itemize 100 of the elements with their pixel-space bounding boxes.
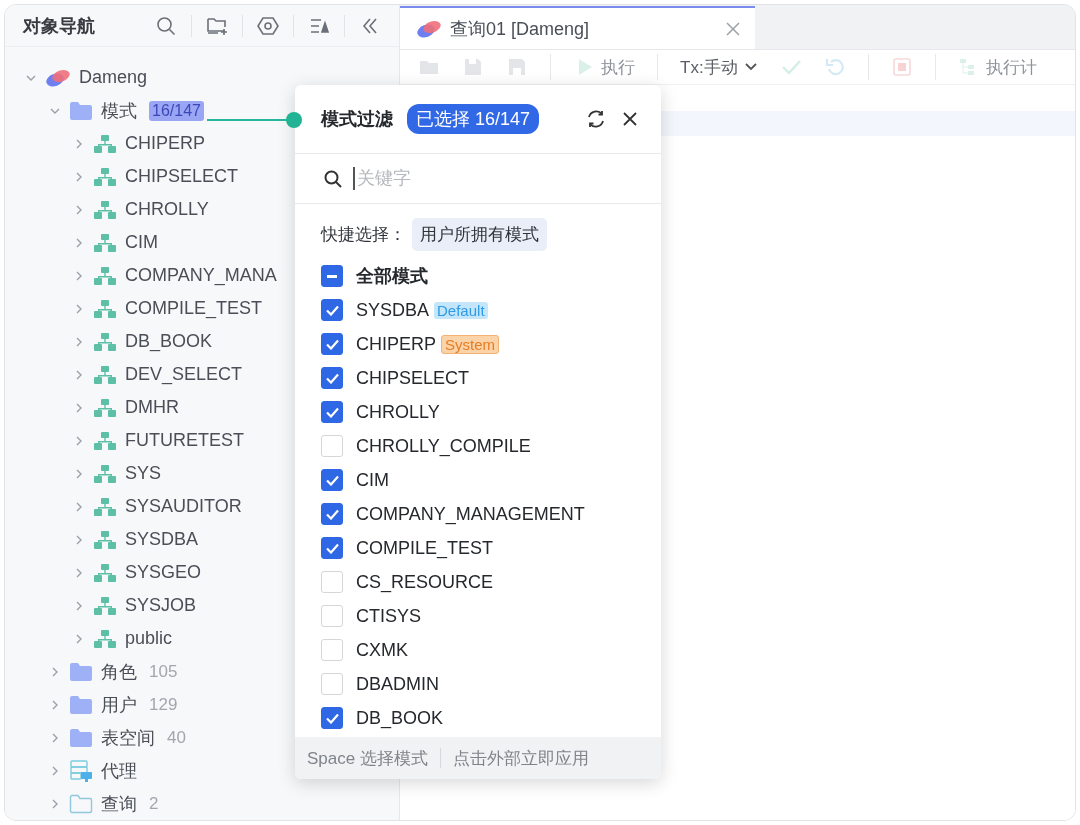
tree-item[interactable]: public [125, 628, 173, 649]
schema-name: SYSDBA [356, 299, 430, 321]
hierarchy-icon [93, 298, 117, 319]
check-icon [325, 406, 339, 418]
hierarchy-icon [93, 166, 117, 187]
hierarchy-icon [93, 463, 117, 484]
schema-name: CIM [356, 469, 389, 491]
tree-item[interactable]: 表空间 [101, 725, 155, 750]
hierarchy-icon [93, 628, 117, 649]
folder-icon [69, 793, 93, 814]
tree-item[interactable]: 代理 [101, 758, 137, 783]
schema-name: CTISYS [356, 605, 421, 627]
schema-name: CXMK [356, 639, 408, 661]
panel-title: 对象导航 [23, 14, 95, 38]
checkbox[interactable] [321, 333, 343, 355]
schema-tag: System [441, 334, 500, 354]
tree-item[interactable]: 用户 [101, 692, 137, 717]
schema-name: CHROLLY [356, 401, 440, 423]
checkbox[interactable] [321, 401, 343, 423]
tree-item[interactable]: COMPANY_MANA [125, 265, 277, 286]
count-badge: 16/147 [149, 100, 204, 121]
tree-item[interactable]: 模式 [101, 98, 137, 123]
search-icon[interactable] [155, 14, 177, 37]
popup-title: 模式过滤 [321, 108, 393, 131]
hierarchy-icon [93, 496, 117, 517]
hierarchy-icon [93, 430, 117, 451]
folder-icon [69, 727, 93, 748]
search-icon [323, 168, 343, 189]
checkbox[interactable] [321, 265, 343, 287]
quick-select-label: 快捷选择： [321, 224, 406, 246]
tree-item[interactable]: SYS [125, 463, 162, 484]
hierarchy-icon [93, 232, 117, 253]
tree-item[interactable]: SYSDBA [125, 529, 199, 550]
server-icon [69, 759, 93, 782]
tree-item[interactable]: CIM [125, 232, 158, 253]
checkbox[interactable] [321, 707, 343, 729]
folder-icon [69, 694, 93, 715]
tree-item[interactable]: 角色 [101, 659, 137, 684]
item-count: 105 [149, 661, 178, 682]
item-count: 2 [149, 793, 159, 814]
footer-hint: Space 选择模式 [307, 747, 428, 770]
logo-icon [45, 67, 71, 88]
schema-name: CHIPERP [356, 333, 436, 355]
check-icon [325, 304, 339, 316]
hexagon-eye-icon[interactable] [257, 14, 279, 37]
check-icon [325, 542, 339, 554]
selection-badge: 已选择 16/147 [407, 104, 540, 134]
hierarchy-icon [93, 133, 117, 154]
hierarchy-icon [93, 562, 117, 583]
schema-name: CHIPSELECT [356, 367, 470, 389]
check-icon [325, 338, 339, 350]
hierarchy-icon [93, 529, 117, 550]
schema-name: DBADMIN [356, 673, 439, 695]
tree-item[interactable]: FUTURETEST [125, 430, 244, 451]
logo-icon [416, 18, 442, 39]
checkbox[interactable] [321, 537, 343, 559]
schema-name: CHROLLY_COMPILE [356, 435, 531, 457]
tree-item[interactable]: CHIPSELECT [125, 166, 239, 187]
hierarchy-icon [93, 265, 117, 286]
refresh-icon[interactable] [585, 108, 607, 130]
search-field[interactable]: 关键字 [353, 167, 579, 190]
check-icon [325, 508, 339, 520]
folder-icon [69, 661, 93, 682]
schema-name: COMPANY_MANAGEMENT [356, 503, 585, 525]
hierarchy-icon [93, 199, 117, 220]
schema-tag: Default [434, 301, 488, 319]
checkbox[interactable] [321, 503, 343, 525]
tree-item[interactable]: SYSAUDITOR [125, 496, 242, 517]
tree-item[interactable]: CHROLLY [125, 199, 209, 220]
close-icon[interactable] [621, 110, 639, 128]
hierarchy-icon [93, 331, 117, 352]
schema-name: DB_BOOK [356, 707, 444, 729]
tree-item[interactable]: DB_BOOK [125, 331, 213, 352]
schema-name: CS_RESOURCE [356, 571, 494, 593]
item-count: 129 [149, 694, 178, 715]
tree-item[interactable]: DMHR [125, 397, 179, 418]
check-icon [325, 372, 339, 384]
tree-item[interactable]: CHIPERP [125, 133, 205, 154]
tree-item[interactable]: Dameng [79, 67, 148, 88]
hierarchy-icon [93, 397, 117, 418]
connector-dot [286, 112, 302, 128]
tree-item[interactable]: COMPILE_TEST [125, 298, 263, 319]
checkbox[interactable] [321, 299, 343, 321]
checkbox[interactable] [321, 469, 343, 491]
hierarchy-icon [93, 595, 117, 616]
query-tab[interactable]: 查询01 [Dameng] [400, 6, 755, 49]
checkbox[interactable] [321, 367, 343, 389]
schema-name: COMPILE_TEST [356, 537, 494, 559]
minus-icon [327, 274, 337, 278]
footer-hint: 点击外部立即应用 [452, 747, 589, 770]
quick-select-chip[interactable]: 用户所拥有模式 [412, 218, 547, 251]
tree-item[interactable]: 查询 [101, 791, 137, 816]
caret-icon [743, 62, 758, 72]
select-all-label: 全部模式 [356, 265, 428, 288]
item-count: 40 [167, 727, 186, 748]
folder-icon [69, 100, 93, 121]
tree-item[interactable]: SYSGEO [125, 562, 202, 583]
tree-item[interactable]: DEV_SELECT [125, 364, 243, 385]
transaction-dropdown[interactable]: Tx:手动 [680, 55, 758, 79]
tree-item[interactable]: SYSJOB [125, 595, 197, 616]
